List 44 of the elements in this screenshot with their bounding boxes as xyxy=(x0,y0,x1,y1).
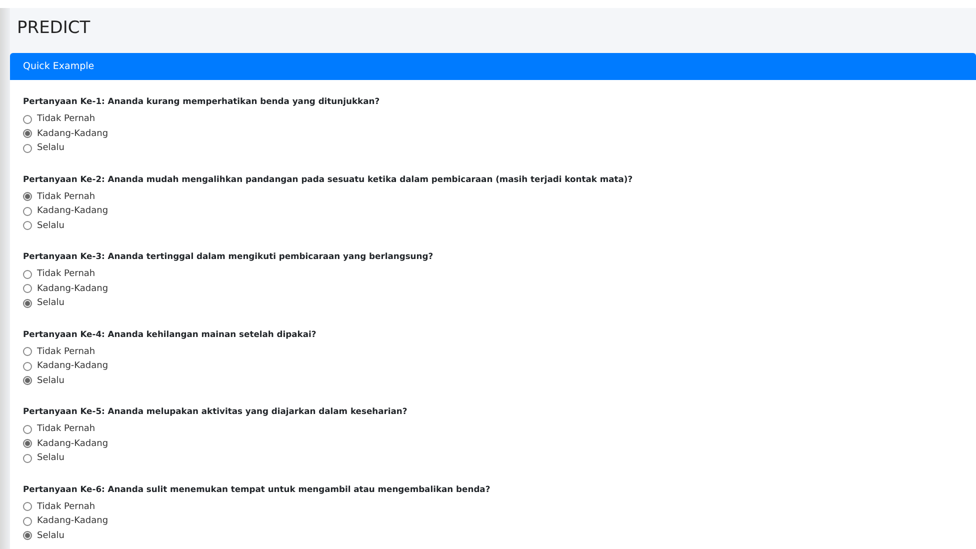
radio-button[interactable] xyxy=(23,439,32,448)
option-label: Selalu xyxy=(37,143,64,154)
radio-button[interactable] xyxy=(23,206,32,216)
radio-button[interactable] xyxy=(23,284,32,294)
option-label: Kadang-Kadang xyxy=(37,361,108,372)
question-text: Pertanyaan Ke-1: Ananda kurang memperhatikan benda yang ditunjukkan? xyxy=(23,95,381,107)
card-header: Quick Example xyxy=(10,53,976,80)
option-label: Kadang-Kadang xyxy=(37,128,108,139)
radio-button[interactable] xyxy=(23,298,32,308)
radio-button[interactable] xyxy=(23,270,32,279)
option-label: Kadang-Kadang xyxy=(37,438,108,449)
radio-button[interactable] xyxy=(23,502,32,512)
question-text: Pertanyaan Ke-4: Ananda kehilangan mainan setelah dipakai? xyxy=(23,328,318,340)
radio-button[interactable] xyxy=(23,454,32,463)
radio-button[interactable] xyxy=(23,362,32,371)
radio-button[interactable] xyxy=(23,221,32,230)
option-label: Selalu xyxy=(37,530,64,541)
radio-button[interactable] xyxy=(23,347,32,356)
option-label: Selalu xyxy=(37,298,64,308)
option-label: Tidak Pernah xyxy=(37,346,96,357)
question-text: Pertanyaan Ke-5: Ananda melupakan aktivitas yang diajarkan dalam keseharian? xyxy=(23,405,408,417)
option-label: Tidak Pernah xyxy=(37,192,96,202)
radio-button[interactable] xyxy=(23,424,32,434)
option-label: Selalu xyxy=(37,220,64,231)
radio-button[interactable] xyxy=(23,376,32,386)
radio-button[interactable] xyxy=(23,144,32,153)
question-text: Pertanyaan Ke-3: Ananda tertinggal dalam mengikuti pembicaraan yang berlangsung? xyxy=(23,250,434,262)
question-text: Pertanyaan Ke-6: Ananda sulit menemukan tempat untuk mengambil atau mengembalikan benda? xyxy=(23,482,492,494)
option-label: Selalu xyxy=(37,453,64,464)
radio-button[interactable] xyxy=(23,531,32,540)
option-label: Kadang-Kadang xyxy=(37,284,108,294)
radio-button[interactable] xyxy=(23,114,32,124)
question-text: Pertanyaan Ke-2: Ananda mudah mengalihkan pandangan pada sesuatu ketika dalam pembicaraan (masih terjadi kontak mata)? xyxy=(23,172,634,184)
radio-button[interactable] xyxy=(23,192,32,202)
page-title: PREDICT xyxy=(16,17,92,40)
option-label: Tidak Pernah xyxy=(37,502,96,512)
option-label: Tidak Pernah xyxy=(37,424,96,434)
option-label: Kadang-Kadang xyxy=(37,516,108,526)
option-label: Tidak Pernah xyxy=(37,269,96,280)
radio-button[interactable] xyxy=(23,516,32,526)
radio-button[interactable] xyxy=(23,129,32,138)
option-label: Selalu xyxy=(37,376,64,386)
option-label: Kadang-Kadang xyxy=(37,206,108,216)
option-label: Tidak Pernah xyxy=(37,114,96,124)
